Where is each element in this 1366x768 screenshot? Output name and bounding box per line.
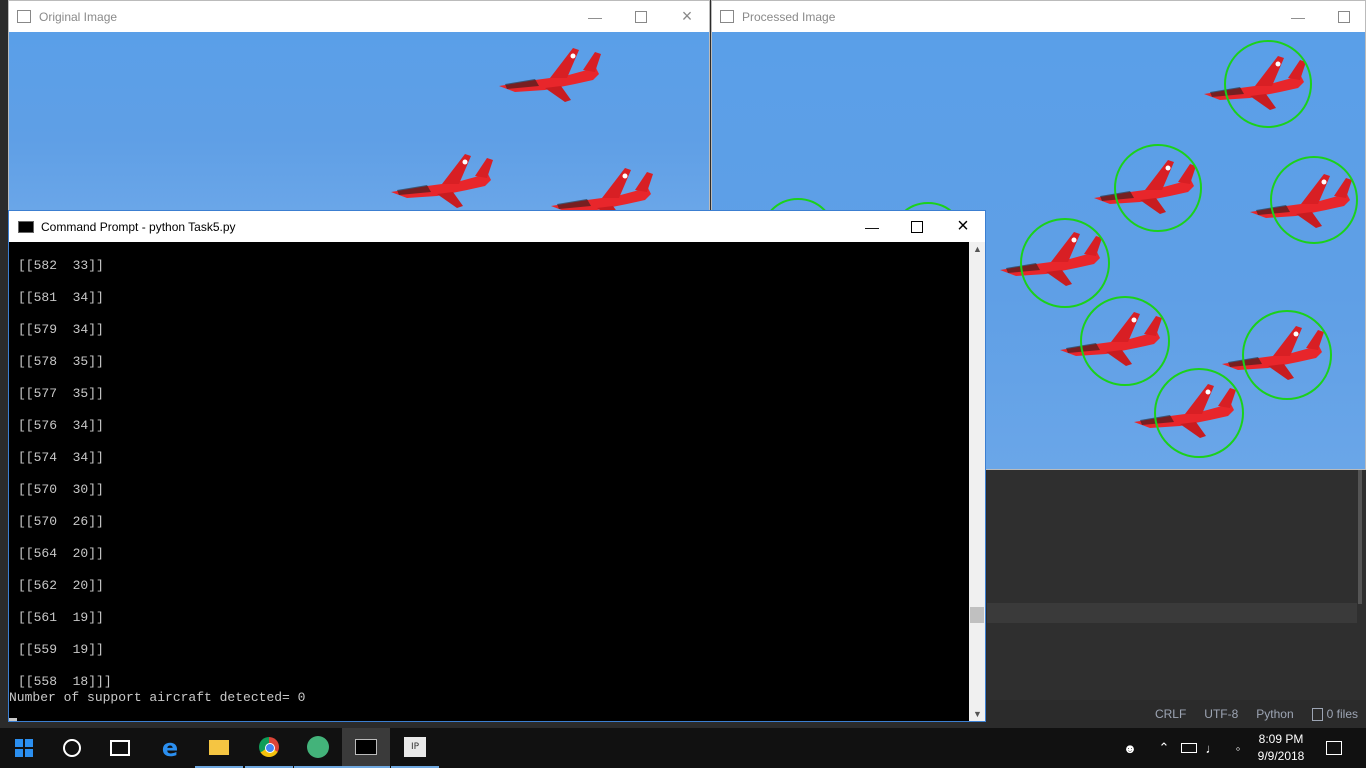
language-label[interactable]: Python <box>1256 707 1293 721</box>
editor-scrollbar[interactable] <box>1358 470 1362 604</box>
people-icon[interactable]: ☻ <box>1118 728 1142 768</box>
edge-icon[interactable]: e <box>146 728 194 768</box>
close-icon[interactable]: × <box>664 1 710 32</box>
console-scrollbar[interactable]: ▲ ▼ <box>969 242 985 721</box>
original-image-canvas <box>9 32 709 211</box>
detection-circle <box>1270 156 1358 244</box>
files-count: 0 files <box>1326 707 1358 721</box>
chevron-up-icon[interactable]: ⌃ <box>1154 728 1174 768</box>
original-image-titlebar[interactable]: Original Image — × <box>9 1 709 32</box>
text-cursor <box>9 718 17 721</box>
battery-icon[interactable] <box>1178 728 1200 768</box>
scroll-up-arrow[interactable]: ▲ <box>973 244 982 254</box>
maximize-icon[interactable] <box>1321 1 1366 32</box>
console-output[interactable]: [[582 33]] [[581 34]] [[579 34]] [[578 3… <box>9 242 970 721</box>
console-line: [[582 33]] <box>18 258 104 273</box>
task-view-icon[interactable] <box>96 728 144 768</box>
wifi-icon[interactable]: ◦ <box>1228 728 1248 768</box>
files-status[interactable]: 0 files <box>1311 707 1358 721</box>
image-window-icon <box>17 10 31 23</box>
console-line: [[576 34]] <box>18 418 104 433</box>
atom-icon[interactable] <box>294 728 342 768</box>
minimize-icon[interactable]: — <box>849 211 895 242</box>
console-line: [[579 34]] <box>18 322 104 337</box>
file-explorer-icon[interactable] <box>195 728 243 768</box>
processed-image-titlebar[interactable]: Processed Image — <box>712 1 1365 32</box>
jet-image <box>551 168 653 211</box>
maximize-icon[interactable] <box>618 1 664 32</box>
minimize-icon[interactable]: — <box>572 1 618 32</box>
console-line: [[558 18]]] <box>18 674 112 689</box>
console-line: [[564 20]] <box>18 546 104 561</box>
cmd-titlebar[interactable]: Command Prompt - python Task5.py — × <box>9 211 985 242</box>
scroll-thumb[interactable] <box>970 607 984 623</box>
console-line: [[577 35]] <box>18 386 104 401</box>
console-line: [[562 20]] <box>18 578 104 593</box>
console-line: [[559 19]] <box>18 642 104 657</box>
editor-background <box>987 470 1366 728</box>
console-line: [[561 19]] <box>18 610 104 625</box>
editor-status-bar: CRLF UTF-8 Python 0 files <box>987 700 1366 728</box>
volume-icon[interactable]: ♩ <box>1202 728 1222 768</box>
detection-circle <box>1114 144 1202 232</box>
console-line: [[570 30]] <box>18 482 104 497</box>
console-line: [[570 26]] <box>18 514 104 529</box>
maximize-icon[interactable] <box>894 211 940 242</box>
console-line: [[581 34]] <box>18 290 104 305</box>
clock[interactable]: 8:09 PM 9/9/2018 <box>1252 728 1310 768</box>
console-line: [[574 34]] <box>18 450 104 465</box>
detection-circle <box>1242 310 1332 400</box>
action-center-icon[interactable] <box>1318 728 1350 768</box>
detection-circle <box>1020 218 1110 308</box>
image-window-icon <box>720 10 734 23</box>
encoding-label[interactable]: UTF-8 <box>1204 707 1238 721</box>
original-image-window: Original Image — × <box>8 0 710 212</box>
chrome-icon[interactable] <box>245 728 293 768</box>
cortana-icon[interactable] <box>48 728 96 768</box>
jet-image <box>391 154 493 208</box>
detection-circle <box>1080 296 1170 386</box>
ipython-icon[interactable]: IP <box>391 728 439 768</box>
cmd-title: Command Prompt - python Task5.py <box>41 219 236 234</box>
taskbar: e IP ☻ ⌃ ♩ ◦ 8:09 PM 9/9/2018 <box>0 728 1366 768</box>
clock-date: 9/9/2018 <box>1257 749 1305 763</box>
editor-highlight-line <box>987 603 1357 623</box>
console-line: [[578 35]] <box>18 354 104 369</box>
command-prompt-window: Command Prompt - python Task5.py — × [[5… <box>8 210 986 722</box>
detection-circle <box>1154 368 1244 458</box>
original-image-title: Original Image <box>39 9 118 24</box>
close-icon[interactable]: × <box>940 211 986 242</box>
result-line: Number of support aircraft detected= 0 <box>9 690 306 705</box>
cmd-app-icon <box>18 220 34 233</box>
minimize-icon[interactable]: — <box>1275 1 1321 32</box>
jet-image <box>499 48 601 102</box>
scroll-down-arrow[interactable]: ▼ <box>973 709 982 719</box>
file-icon <box>1311 707 1323 721</box>
clock-time: 8:09 PM <box>1258 732 1304 746</box>
command-prompt-icon[interactable] <box>342 728 390 768</box>
detection-circle <box>1224 40 1312 128</box>
processed-image-title: Processed Image <box>742 9 836 24</box>
line-ending-label[interactable]: CRLF <box>1155 707 1186 721</box>
start-icon[interactable] <box>0 728 48 768</box>
